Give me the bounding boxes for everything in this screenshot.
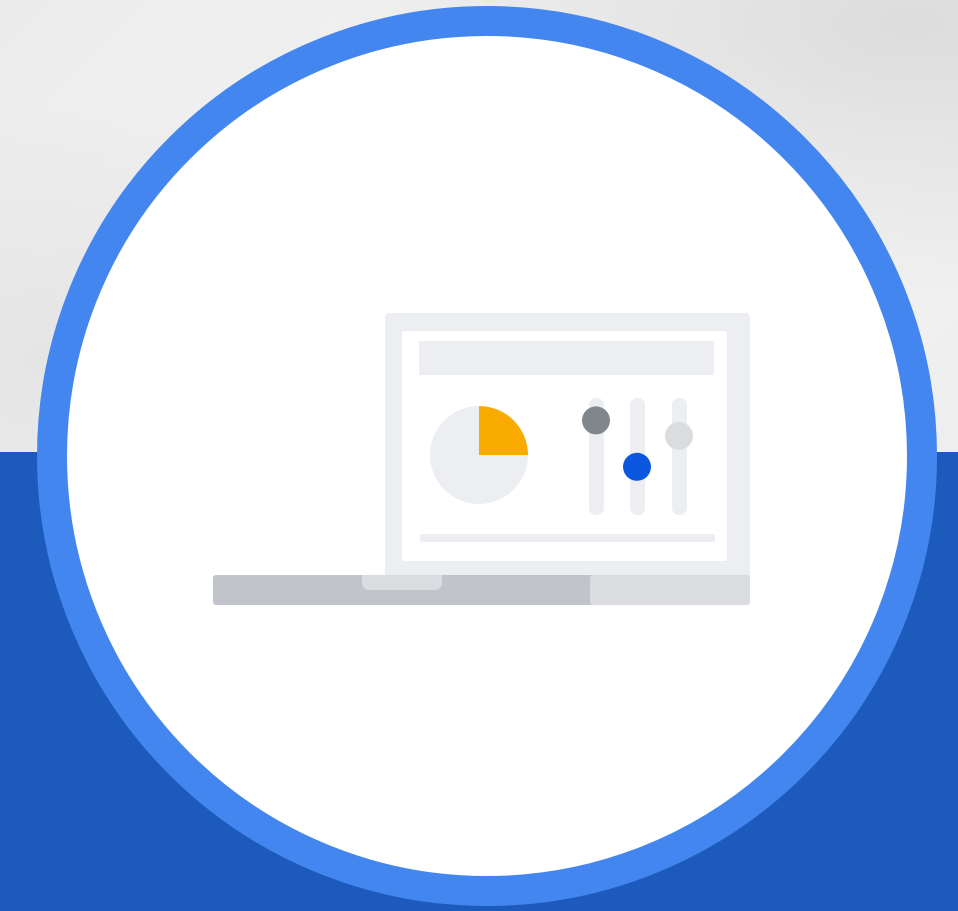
laptop-settings-illustration: [213, 313, 750, 605]
slider-knob: [582, 406, 610, 435]
screen-footer-bar: [420, 534, 715, 542]
slider-knob: [623, 452, 651, 481]
laptop-base-highlight: [590, 575, 750, 605]
slider-group: [582, 398, 693, 515]
slider-track: [672, 398, 687, 515]
slider-knob: [665, 421, 693, 450]
illustration-canvas: [0, 0, 958, 911]
screen-header-bar: [419, 341, 714, 375]
laptop-base-notch: [362, 575, 442, 590]
